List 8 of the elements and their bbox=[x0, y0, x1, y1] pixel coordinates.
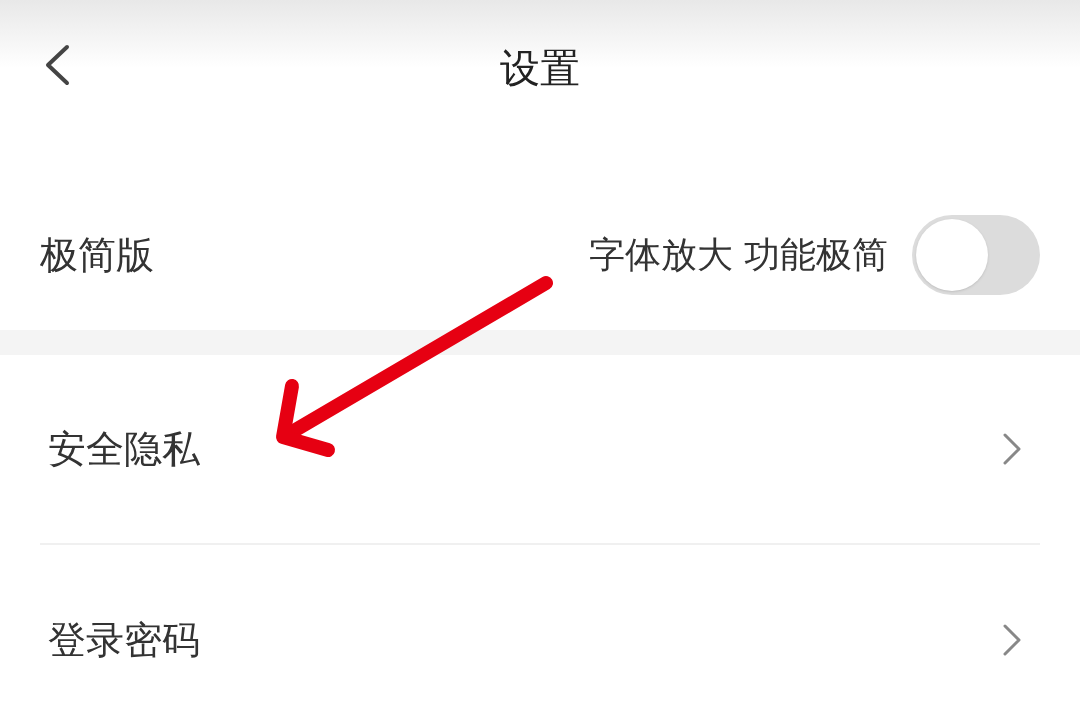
chevron-right-icon bbox=[1002, 432, 1022, 466]
setting-label: 极简版 bbox=[40, 231, 154, 279]
setting-hint: 字体放大 功能极简 bbox=[588, 233, 888, 277]
setting-label[interactable]: 安全隐私 bbox=[48, 420, 200, 478]
setting-label[interactable]: 登录密码 bbox=[48, 611, 200, 669]
back-icon[interactable] bbox=[44, 44, 70, 86]
chevron-right-icon bbox=[1002, 623, 1022, 657]
page-title: 设置 bbox=[500, 44, 580, 93]
